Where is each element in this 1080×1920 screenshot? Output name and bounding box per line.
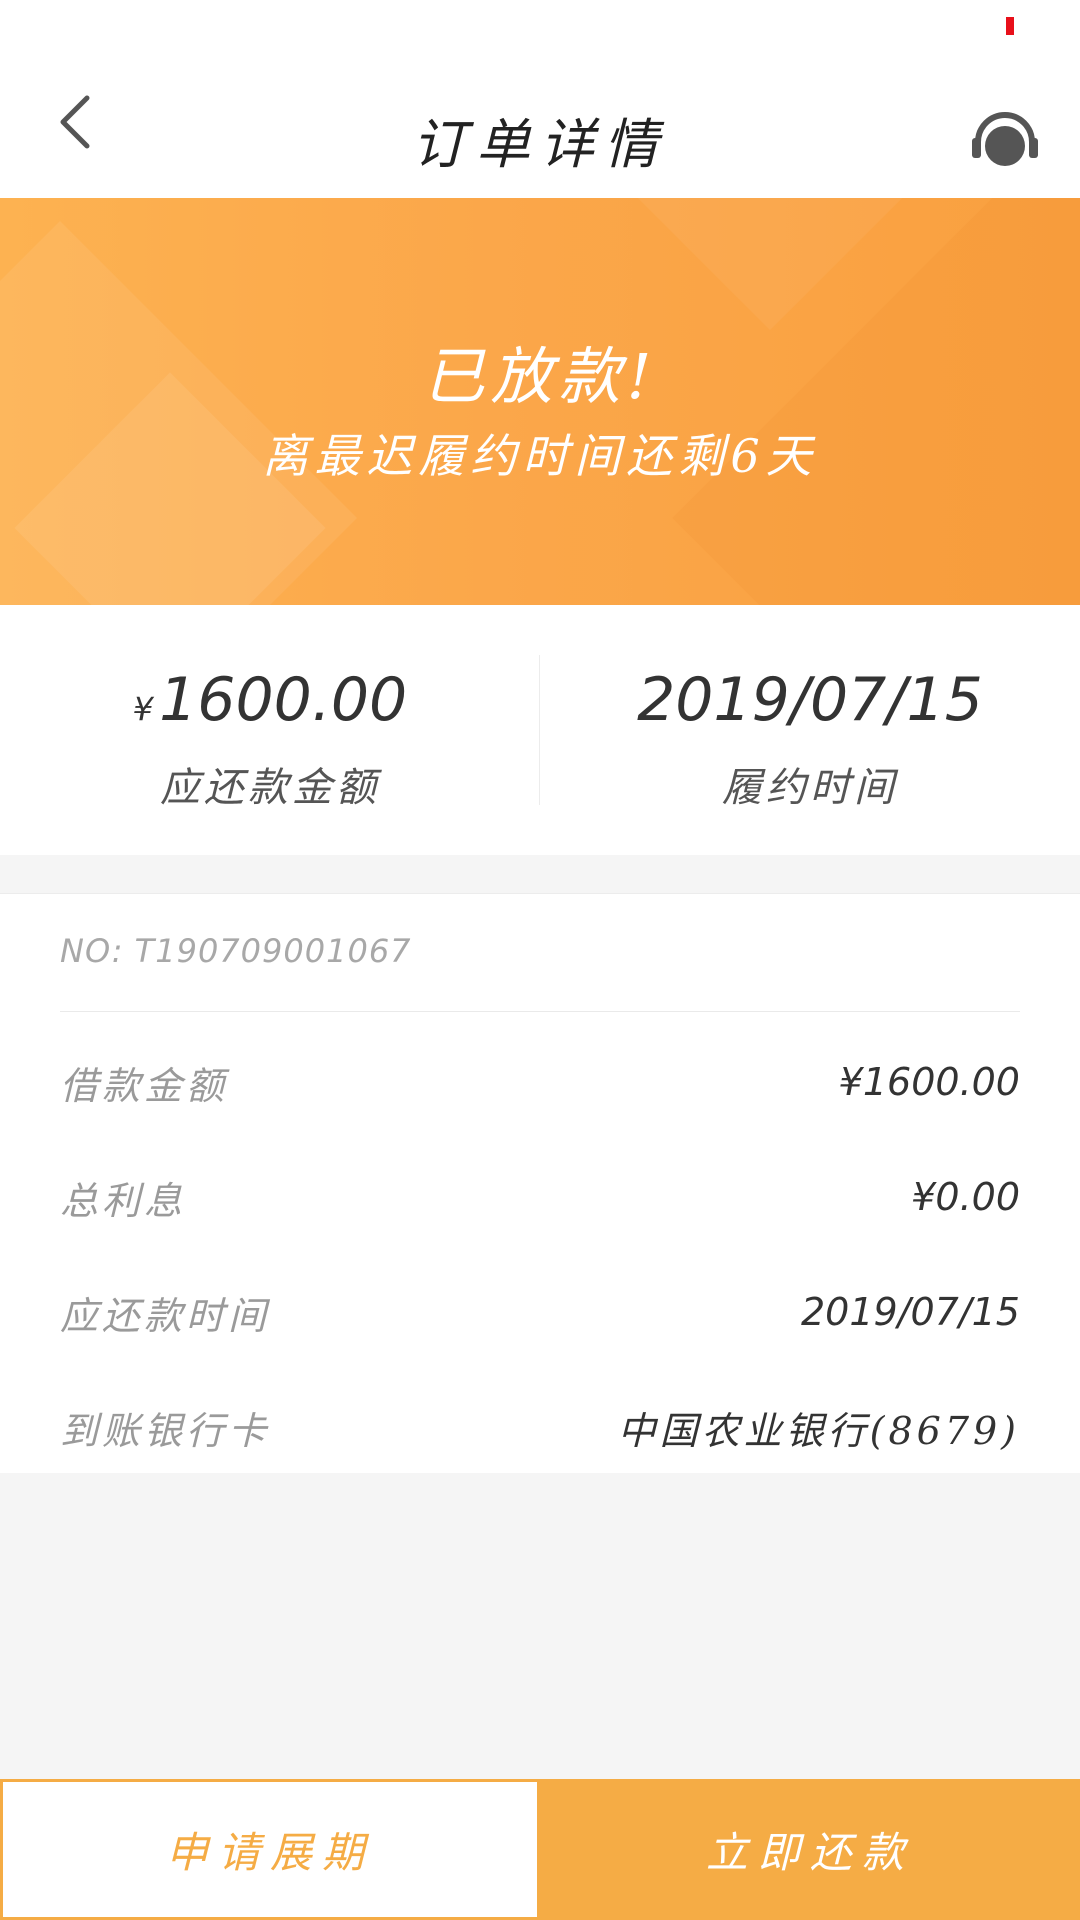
detail-label: 借款金额 bbox=[60, 1063, 229, 1108]
bottom-action-bar: 申请展期 立即还款 bbox=[0, 1779, 1080, 1920]
customer-service-button[interactable] bbox=[970, 102, 1040, 172]
amount-number: 1600.00 bbox=[159, 665, 408, 735]
detail-value: ¥0.00 bbox=[911, 1175, 1020, 1219]
divider bbox=[60, 1011, 1020, 1012]
detail-value: ¥1600.00 bbox=[838, 1060, 1020, 1104]
due-date-label: 履约时间 bbox=[722, 765, 898, 811]
nav-bar: 订单详情 bbox=[0, 60, 1080, 198]
date-summary: 2019/07/15 履约时间 bbox=[540, 605, 1080, 855]
amount-due-value: ¥1600.00 bbox=[0, 665, 540, 735]
repayment-summary: ¥1600.00 应还款金额 2019/07/15 履约时间 bbox=[0, 605, 1080, 855]
order-number: NO: T190709001067 bbox=[60, 932, 412, 970]
currency-symbol: ¥ bbox=[132, 690, 154, 728]
detail-row-loan-amount: 借款金额 ¥1600.00 bbox=[60, 1047, 1020, 1117]
detail-row-total-interest: 总利息 ¥0.00 bbox=[60, 1162, 1020, 1232]
detail-value: 2019/07/15 bbox=[800, 1290, 1020, 1334]
amount-summary: ¥1600.00 应还款金额 bbox=[0, 605, 540, 855]
detail-row-repay-date: 应还款时间 2019/07/15 bbox=[60, 1277, 1020, 1347]
headset-icon bbox=[972, 112, 1038, 166]
detail-label: 应还款时间 bbox=[60, 1293, 271, 1338]
detail-label: 总利息 bbox=[60, 1178, 187, 1223]
detail-label: 到账银行卡 bbox=[60, 1408, 271, 1453]
status-bar bbox=[0, 0, 1080, 60]
repay-now-button[interactable]: 立即还款 bbox=[540, 1779, 1080, 1920]
due-date-value: 2019/07/15 bbox=[637, 665, 983, 735]
status-banner: 已放款! 离最迟履约时间还剩6天 bbox=[0, 198, 1080, 605]
apply-extension-button[interactable]: 申请展期 bbox=[0, 1779, 540, 1920]
recording-indicator bbox=[1006, 17, 1014, 35]
order-details: NO: T190709001067 借款金额 ¥1600.00 总利息 ¥0.0… bbox=[0, 893, 1080, 1473]
detail-value: 中国农业银行(8679) bbox=[617, 1408, 1020, 1453]
order-detail-page: 订单详情 已放款! 离最迟履约时间还剩6天 ¥1600.00 应还款金额 201… bbox=[0, 0, 1080, 1920]
page-title: 订单详情 bbox=[412, 113, 668, 176]
amount-due-label: 应还款金额 bbox=[160, 765, 380, 811]
banner-subtitle: 离最迟履约时间还剩6天 bbox=[262, 429, 818, 483]
detail-row-bank-card: 到账银行卡 中国农业银行(8679) bbox=[60, 1392, 1020, 1462]
banner-title: 已放款! bbox=[422, 340, 658, 413]
